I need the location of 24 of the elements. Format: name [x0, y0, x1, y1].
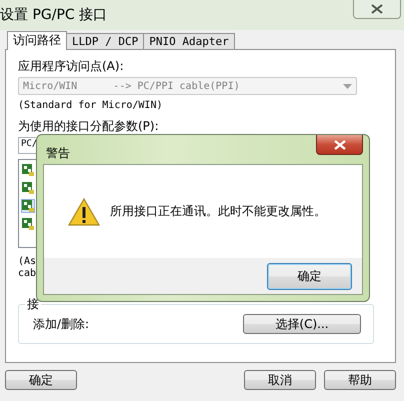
description-text: (As	[18, 256, 36, 268]
description-text: (Standard for Micro/WIN)	[18, 100, 164, 113]
close-icon	[371, 4, 383, 14]
window-title: 设置 PG/PC 接口	[0, 6, 108, 24]
close-button[interactable]	[316, 135, 363, 155]
close-icon	[334, 140, 346, 150]
field-label: 为使用的接口分配参数(P):	[18, 118, 160, 133]
tab[interactable]: PNIO Adapter	[143, 33, 235, 50]
select-button[interactable]: 选择(C)...	[243, 314, 361, 334]
dialog-button[interactable]: 取消	[244, 370, 316, 390]
dropdown-arrow-icon	[343, 84, 352, 88]
field-label: 应用程序访问点(A):	[18, 58, 125, 73]
field-label: 添加/删除:	[33, 316, 90, 332]
group-label: 接	[25, 296, 41, 313]
description-text: cab	[18, 268, 36, 280]
ok-button[interactable]: 确定	[267, 262, 352, 290]
alert-message: 所用接口正在通讯。此时不能更改属性。	[110, 203, 326, 220]
close-button[interactable]	[353, 0, 401, 19]
dialog-button[interactable]: 确定	[5, 370, 77, 390]
alert-title: 警告	[46, 145, 70, 162]
dialog-button[interactable]: 帮助	[324, 370, 396, 390]
warning-icon	[68, 198, 100, 226]
tab[interactable]: LLDP / DCP	[66, 33, 144, 50]
tab[interactable]: 访问路径	[7, 31, 67, 50]
